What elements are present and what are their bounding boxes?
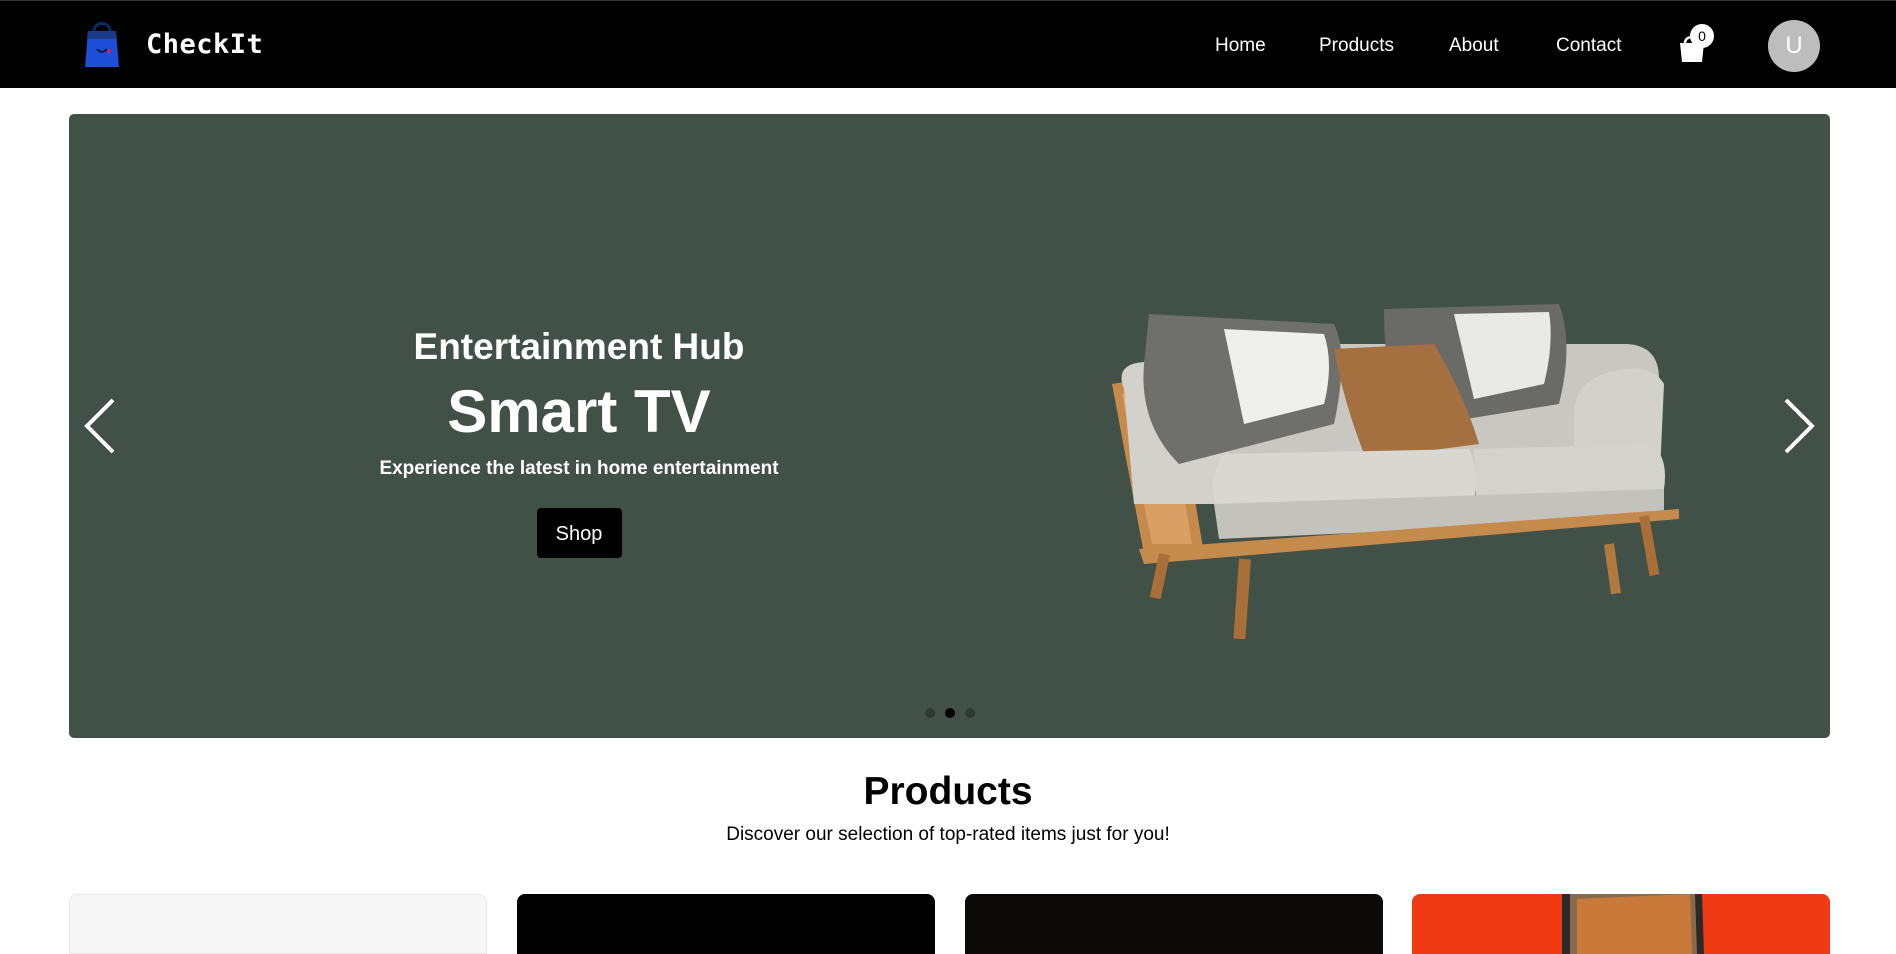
nav-link-about[interactable]: About (1449, 35, 1499, 57)
carousel-dots (69, 708, 1830, 718)
carousel-dot-active[interactable] (944, 708, 955, 718)
tablet-image (1562, 894, 1704, 954)
shop-button[interactable]: Shop (536, 508, 622, 558)
nav-link-home[interactable]: Home (1215, 35, 1266, 57)
products-subheading: Discover our selection of top-rated item… (726, 824, 1170, 845)
sofa-image (1112, 304, 1679, 640)
hero-carousel: Entertainment Hub Smart TV Experience th… (69, 114, 1830, 738)
chevron-right-icon[interactable] (1778, 396, 1818, 456)
product-card[interactable] (69, 894, 487, 954)
navbar: CheckIt Home Products About Contact 0 U (0, 0, 1896, 88)
product-card[interactable] (517, 894, 935, 954)
product-card[interactable] (965, 894, 1383, 954)
hero-title: Smart TV (447, 378, 711, 445)
carousel-dot[interactable] (964, 708, 975, 718)
product-card[interactable] (1412, 894, 1830, 954)
products-heading: Products (863, 770, 1033, 813)
nav-link-contact[interactable]: Contact (1556, 35, 1621, 57)
brand-name: CheckIt (146, 28, 264, 60)
hero-eyebrow: Entertainment Hub (413, 326, 745, 367)
avatar[interactable]: U (1768, 20, 1820, 72)
brand-link[interactable]: CheckIt (83, 19, 263, 69)
shopping-bag-icon (85, 22, 119, 67)
hero-subtitle: Experience the latest in home entertainm… (379, 458, 779, 479)
nav-link-products[interactable]: Products (1319, 35, 1394, 57)
carousel-dot[interactable] (924, 708, 935, 718)
cart-count-badge: 0 (1690, 24, 1714, 48)
hero-text: Entertainment Hub Smart TV Experience th… (299, 324, 859, 558)
chevron-left-icon[interactable] (81, 396, 121, 456)
